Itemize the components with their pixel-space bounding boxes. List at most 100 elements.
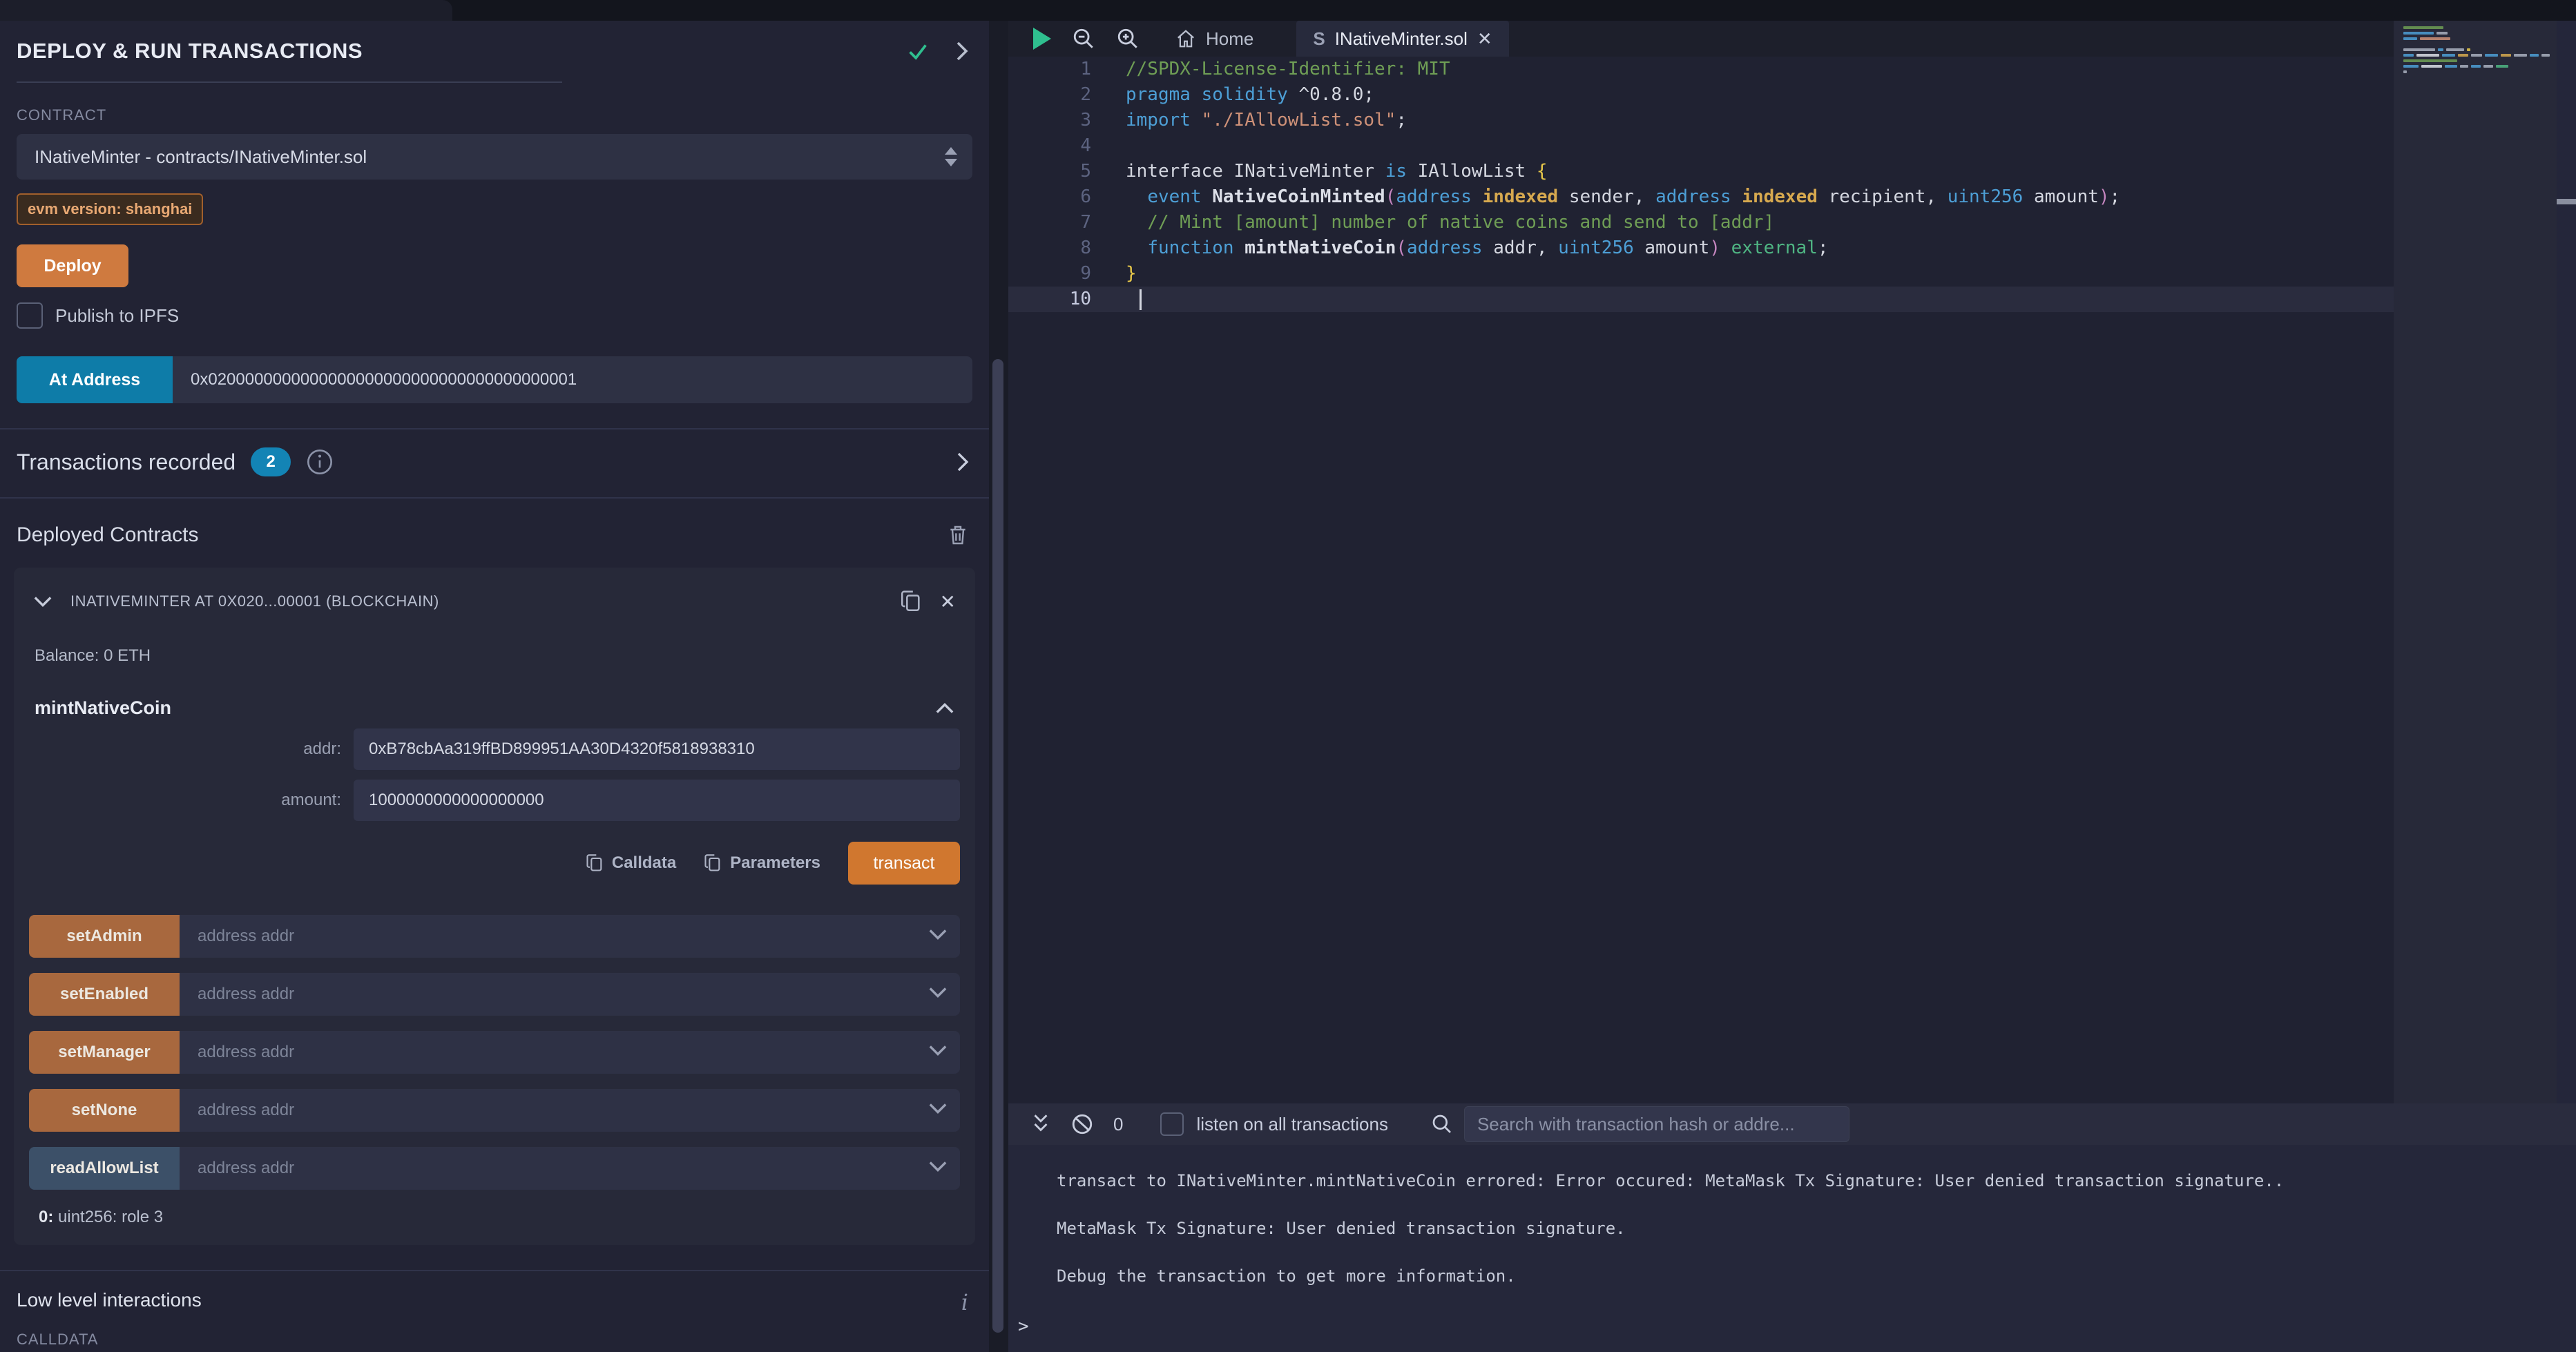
line-number: 2 — [1008, 82, 1111, 108]
expand-function-icon[interactable] — [928, 1101, 948, 1116]
editor-minimap[interactable] — [2394, 21, 2557, 1103]
trash-icon[interactable] — [948, 524, 968, 546]
code-line-6[interactable]: 6 event NativeCoinMinted(address indexed… — [1008, 184, 2576, 210]
minimap-line — [2403, 26, 2550, 29]
function-button-setManager[interactable]: setManager — [29, 1031, 180, 1074]
line-number: 5 — [1008, 159, 1111, 184]
function-button-setEnabled[interactable]: setEnabled — [29, 973, 180, 1016]
transactions-expand-icon[interactable] — [954, 452, 971, 472]
code-line-1[interactable]: 1//SPDX-License-Identifier: MIT — [1008, 57, 2576, 82]
deployed-contracts-heading: Deployed Contracts — [17, 523, 198, 547]
at-address-input[interactable] — [173, 356, 972, 403]
contract-instance-title: INATIVEMINTER AT 0X020...00001 (BLOCKCHA… — [70, 592, 882, 610]
minimap-line — [2403, 48, 2550, 51]
minimap-line — [2403, 43, 2550, 46]
expand-function-icon[interactable] — [928, 985, 948, 1000]
copy-parameters-button[interactable]: Parameters — [704, 853, 820, 873]
expand-function-icon[interactable] — [928, 927, 948, 942]
info-icon[interactable] — [306, 448, 334, 476]
line-number: 3 — [1008, 108, 1111, 133]
function-button-setAdmin[interactable]: setAdmin — [29, 915, 180, 958]
result-text: uint256: role 3 — [53, 1208, 163, 1226]
panel-scrollbar[interactable] — [989, 21, 1008, 1352]
arg-input-addr[interactable] — [354, 728, 960, 770]
line-content: //SPDX-License-Identifier: MIT — [1111, 59, 1450, 79]
line-content: import "./IAllowList.sol"; — [1111, 110, 1407, 131]
calldata-link-label: Calldata — [612, 853, 676, 873]
line-content: // Mint [amount] number of native coins … — [1111, 212, 1774, 233]
code-line-8[interactable]: 8 function mintNativeCoin(address addr, … — [1008, 235, 2576, 261]
line-content: interface INativeMinter is IAllowList { — [1111, 161, 1548, 182]
listen-all-label: listen on all transactions — [1196, 1114, 1387, 1135]
code-line-10[interactable]: 10 — [1008, 287, 2576, 312]
panel-scrollbar-thumb[interactable] — [992, 359, 1003, 1333]
terminal-toolbar: 0 listen on all transactions — [1008, 1103, 2576, 1145]
title-underline — [17, 81, 562, 83]
function-row-setNone: setNone — [29, 1089, 960, 1132]
function-row-setEnabled: setEnabled — [29, 973, 960, 1016]
function-row-setManager: setManager — [29, 1031, 960, 1074]
line-number: 7 — [1008, 210, 1111, 235]
transactions-recorded-row[interactable]: Transactions recorded 2 — [0, 429, 989, 499]
contract-collapse-icon[interactable] — [33, 594, 52, 609]
editor-scrollbar[interactable] — [2557, 21, 2576, 1103]
function-row-readAllowList: readAllowList — [29, 1147, 960, 1190]
line-number: 10 — [1008, 287, 1111, 312]
terminal-collapse-icon[interactable] — [1030, 1112, 1051, 1136]
function-input-setNone[interactable] — [180, 1089, 960, 1132]
code-line-7[interactable]: 7 // Mint [amount] number of native coin… — [1008, 210, 2576, 235]
run-script-play-icon[interactable] — [1033, 28, 1051, 50]
publish-to-ipfs-checkbox[interactable] — [17, 302, 43, 329]
code-line-3[interactable]: 3import "./IAllowList.sol"; — [1008, 108, 2576, 133]
text-cursor — [1140, 289, 1142, 310]
tab-close-icon[interactable]: ✕ — [1477, 28, 1492, 50]
code-line-2[interactable]: 2pragma solidity ^0.8.0; — [1008, 82, 2576, 108]
home-icon — [1175, 28, 1196, 49]
function-button-readAllowList[interactable]: readAllowList — [29, 1147, 180, 1190]
terminal-search-input[interactable] — [1464, 1106, 1849, 1142]
code-line-5[interactable]: 5interface INativeMinter is IAllowList { — [1008, 159, 2576, 184]
function-input-setEnabled[interactable] — [180, 973, 960, 1016]
deploy-button[interactable]: Deploy — [17, 244, 128, 287]
contract-balance: Balance: 0 ETH — [35, 646, 960, 666]
call-result-line: 0: uint256: role 3 — [39, 1208, 960, 1227]
line-number: 6 — [1008, 184, 1111, 210]
at-address-button[interactable]: At Address — [17, 356, 173, 403]
function-input-readAllowList[interactable] — [180, 1147, 960, 1190]
zoom-in-icon[interactable] — [1116, 27, 1140, 50]
editor-region: Home S INativeMinter.sol ✕ 1//SPDX-Licen… — [1008, 21, 2576, 1103]
zoom-out-icon[interactable] — [1072, 27, 1095, 50]
line-number: 1 — [1008, 57, 1111, 82]
parameters-link-label: Parameters — [730, 853, 820, 873]
code-line-9[interactable]: 9} — [1008, 261, 2576, 287]
copy-icon[interactable] — [900, 590, 922, 613]
function-input-setAdmin[interactable] — [180, 915, 960, 958]
contract-select[interactable]: INativeMinter - contracts/INativeMinter.… — [17, 134, 972, 180]
listen-all-checkbox[interactable] — [1160, 1112, 1184, 1136]
line-number: 8 — [1008, 235, 1111, 261]
select-updown-icon — [945, 147, 957, 166]
function-input-setManager[interactable] — [180, 1031, 960, 1074]
code-editor[interactable]: 1//SPDX-License-Identifier: MIT2pragma s… — [1008, 57, 2576, 1103]
clear-console-icon[interactable] — [1070, 1112, 1094, 1136]
contract-close-icon[interactable]: ✕ — [940, 590, 956, 613]
expand-function-icon[interactable] — [928, 1043, 948, 1058]
minimap-line — [2403, 37, 2550, 40]
line-number: 4 — [1008, 133, 1111, 159]
tab-inativeminter[interactable]: S INativeMinter.sol ✕ — [1296, 21, 1508, 57]
terminal-prompt[interactable]: > — [1018, 1316, 1029, 1337]
expand-function-icon[interactable] — [928, 1159, 948, 1174]
transact-button[interactable]: transact — [848, 842, 960, 885]
tab-home[interactable]: Home — [1164, 21, 1265, 57]
copy-calldata-button[interactable]: Calldata — [586, 853, 676, 873]
function-button-setNone[interactable]: setNone — [29, 1089, 180, 1132]
terminal-log-line: MetaMask Tx Signature: User denied trans… — [1057, 1219, 2576, 1238]
line-content — [1111, 135, 1126, 156]
code-line-4[interactable]: 4 — [1008, 133, 2576, 159]
minimap-line — [2403, 59, 2550, 62]
line-content — [1111, 289, 1126, 309]
panel-forward-icon[interactable] — [953, 41, 971, 61]
function-collapse-icon[interactable] — [935, 701, 954, 716]
info-icon[interactable]: i — [961, 1289, 968, 1315]
arg-input-amount[interactable] — [354, 780, 960, 821]
